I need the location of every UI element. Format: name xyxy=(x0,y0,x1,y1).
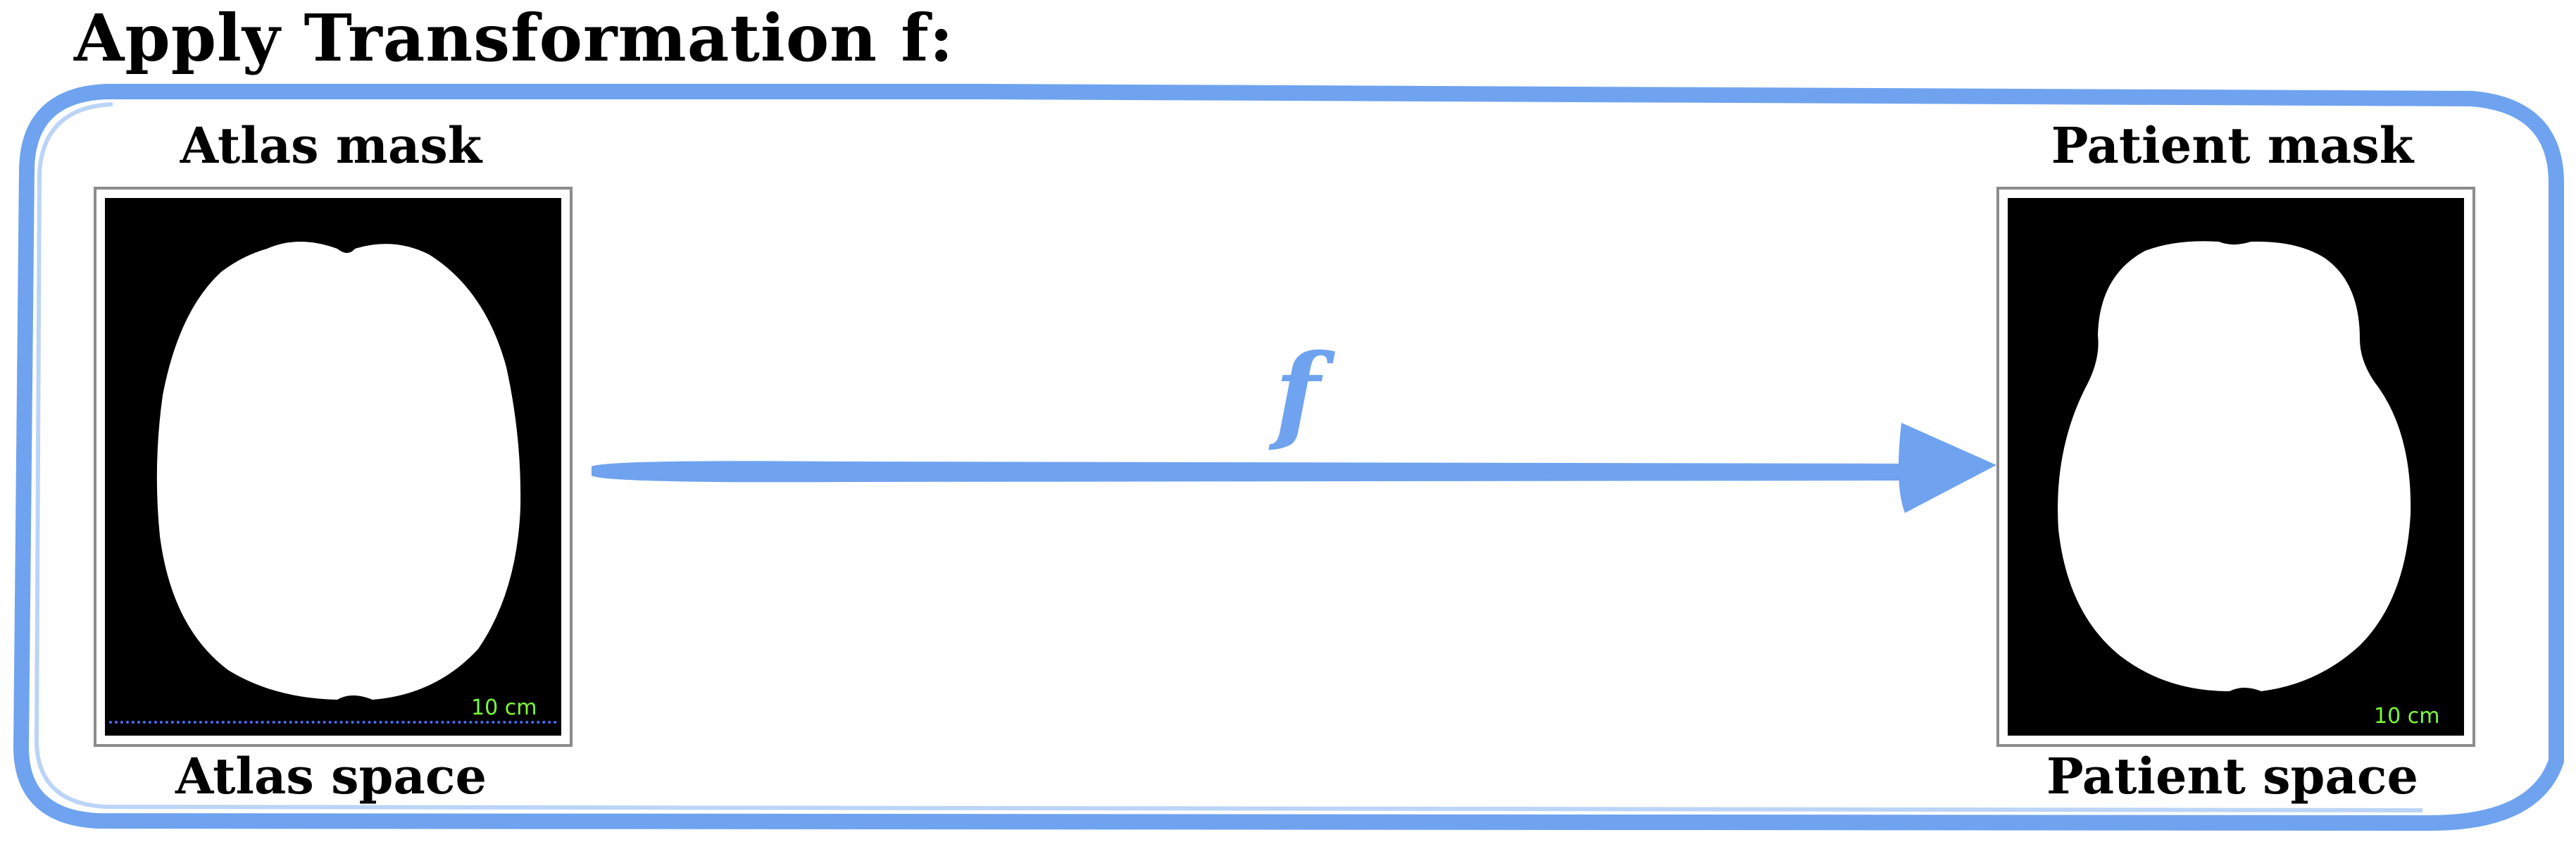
patient-mask-panel: 10 cm xyxy=(1996,187,2475,747)
patient-mask-label: Patient mask xyxy=(2051,116,2414,175)
patient-scale-text: 10 cm xyxy=(2374,704,2440,729)
patient-brain-mask xyxy=(2058,241,2411,691)
diagram-canvas: Apply Transformation f: Atlas mask 10 cm… xyxy=(0,0,2576,854)
patient-space-label: Patient space xyxy=(2046,747,2419,805)
patient-mask-image: 10 cm xyxy=(2008,198,2464,736)
transformation-label: f xyxy=(1275,331,1320,455)
